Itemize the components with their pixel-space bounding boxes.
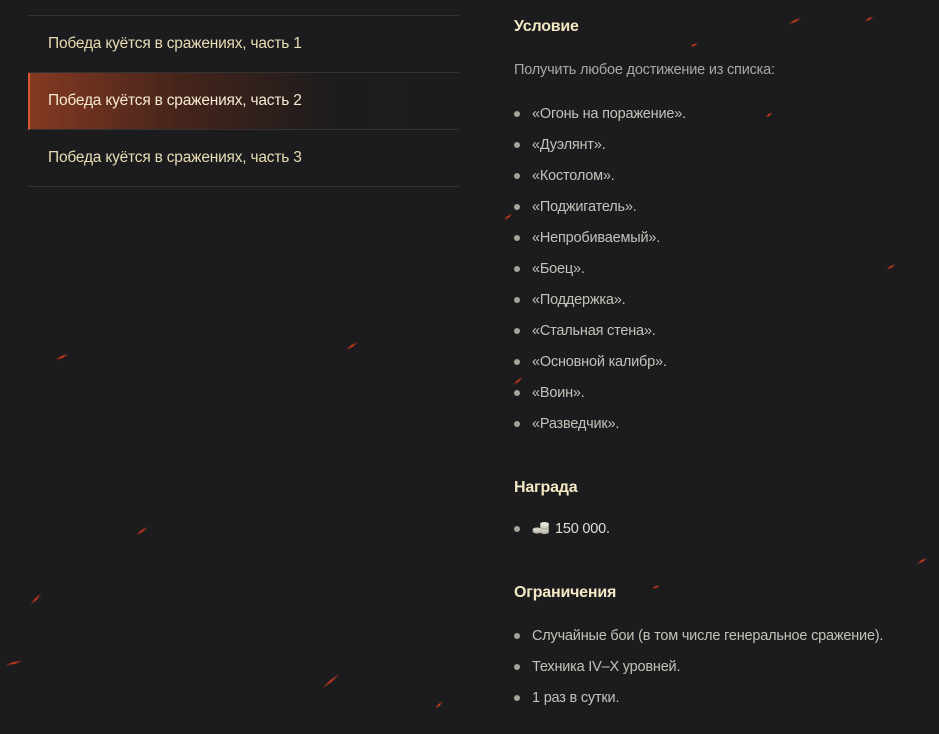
list-item: Техника IV–X уровней.: [514, 657, 883, 688]
condition-title: Условие: [514, 18, 579, 35]
ember: [651, 584, 661, 590]
ember: [886, 263, 896, 271]
ember: [321, 673, 341, 689]
list-item: «Боец».: [514, 259, 686, 290]
list-item: «Костолом».: [514, 166, 686, 197]
ember: [55, 353, 69, 361]
mission-part-nav: Победа куётся в сражениях, часть 1 Побед…: [28, 15, 459, 187]
reward-list: 150 000.: [514, 519, 610, 550]
list-item: «Основной калибр».: [514, 352, 686, 383]
reward-amount: 150 000.: [555, 521, 610, 537]
credits-icon: [532, 522, 549, 534]
ember: [864, 15, 874, 23]
achievement-list: «Огонь на поражение». «Дуэлянт». «Костол…: [514, 104, 686, 445]
ember: [29, 592, 43, 606]
list-item: «Поджигатель».: [514, 197, 686, 228]
list-item: «Воин».: [514, 383, 686, 414]
ember: [788, 17, 802, 25]
list-item: «Дуэлянт».: [514, 135, 686, 166]
ember: [689, 42, 699, 48]
list-item: 1 раз в сутки.: [514, 688, 883, 719]
reward-item: 150 000.: [514, 519, 610, 550]
nav-item-part-3[interactable]: Победа куётся в сражениях, часть 3: [28, 130, 459, 187]
list-item: «Стальная стена».: [514, 321, 686, 352]
nav-item-part-2[interactable]: Победа куётся в сражениях, часть 2: [28, 73, 459, 130]
limits-list: Случайные бои (в том числе генеральное с…: [514, 626, 883, 719]
limits-title: Ограничения: [514, 584, 617, 601]
list-item: Случайные бои (в том числе генеральное с…: [514, 626, 883, 657]
list-item: «Огонь на поражение».: [514, 104, 686, 135]
condition-intro: Получить любое достижение из списка:: [514, 62, 775, 78]
ember: [916, 557, 928, 565]
ember: [5, 659, 23, 667]
list-item: «Поддержка».: [514, 290, 686, 321]
ember: [434, 700, 444, 710]
nav-item-part-1[interactable]: Победа куётся в сражениях, часть 1: [28, 16, 459, 73]
reward-title: Награда: [514, 479, 578, 496]
ember: [135, 526, 149, 536]
list-item: «Непробиваемый».: [514, 228, 686, 259]
ember: [345, 341, 359, 351]
ember: [765, 112, 773, 118]
list-item: «Разведчик».: [514, 414, 686, 445]
ember: [503, 213, 513, 221]
